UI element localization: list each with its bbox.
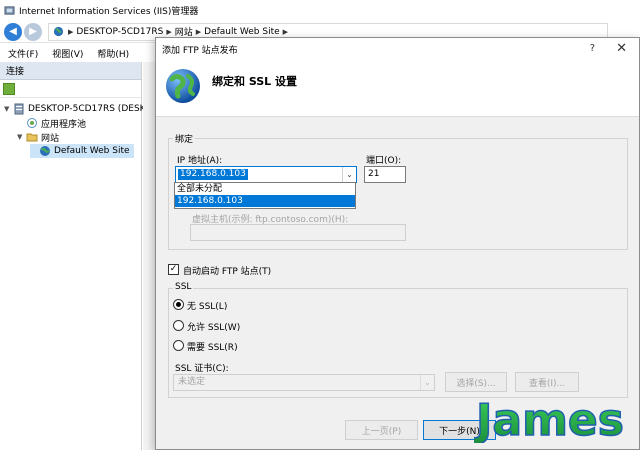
no-ssl-radio[interactable] [173, 299, 184, 310]
breadcrumb-server[interactable]: DESKTOP-5CD17RS [76, 27, 163, 37]
tree-node-server[interactable]: ▼ DESKTOP-5CD17RS (DESKT [4, 102, 150, 116]
tree-node-app-pools[interactable]: 应用程序池 [17, 116, 86, 130]
james-watermark-text: James [474, 395, 624, 443]
dialog-title: 添加 FTP 站点发布 [162, 45, 238, 56]
forward-button[interactable]: ▶ [24, 22, 42, 41]
auto-start-checkbox[interactable]: ✓ [168, 264, 179, 275]
allow-ssl-radio[interactable] [173, 320, 184, 331]
require-ssl-radio[interactable] [173, 340, 184, 351]
expanded-chevron-icon: ▼ [17, 133, 23, 141]
chevron-down-icon[interactable]: ⌄ [342, 167, 356, 182]
breadcrumb-separator: ▶ [282, 27, 289, 36]
folder-icon [26, 133, 38, 142]
server-icon [14, 103, 24, 115]
previous-button[interactable]: 上一页(P) [345, 420, 418, 440]
port-label: 端口(O): [366, 156, 402, 166]
auto-start-label: 自动启动 FTP 站点(T) [183, 267, 272, 277]
tree-node-default-site[interactable]: Default Web Site [30, 144, 134, 158]
app-title: Internet Information Services (IIS)管理器 [19, 7, 199, 17]
iis-app-icon [4, 6, 15, 15]
globe-icon [53, 26, 64, 37]
breadcrumb-separator: ▶ [166, 27, 172, 36]
tree-label-default-site: Default Web Site [54, 146, 130, 156]
add-ftp-dialog: 添加 FTP 站点发布 ? ✕ 绑定和 SSL 设置 绑定 IP 地址(A): … [155, 37, 640, 450]
menu-view[interactable]: 视图(V) [52, 47, 83, 60]
help-button[interactable]: ? [590, 43, 595, 54]
app-titlebar: Internet Information Services (IIS)管理器 [0, 0, 640, 21]
expanded-chevron-icon: ▼ [4, 105, 10, 113]
breadcrumb-separator: ▶ [195, 27, 202, 36]
select-cert-button[interactable]: 选择(S)... [445, 372, 507, 392]
allow-ssl-label: 允许 SSL(W) [187, 323, 241, 333]
dialog-titlebar: 添加 FTP 站点发布 ? ✕ [156, 38, 639, 60]
ip-address-label: IP 地址(A): [177, 156, 223, 166]
ssl-cert-combo[interactable]: 未选定 ⌄ [173, 374, 435, 391]
menu-file[interactable]: 文件(F) [8, 47, 38, 60]
connections-header: 连接 [0, 62, 141, 80]
ip-option-all-unassigned[interactable]: 全部未分配 [175, 183, 355, 195]
app-pool-icon [27, 118, 37, 128]
tree-node-sites[interactable]: ▼ 网站 [17, 130, 59, 144]
binding-group-label: 绑定 [173, 132, 196, 145]
globe-icon [166, 69, 200, 103]
dialog-header: 绑定和 SSL 设置 [156, 60, 639, 117]
menu-help[interactable]: 帮助(H) [97, 47, 129, 60]
close-button[interactable]: ✕ [616, 41, 627, 56]
virtual-host-input[interactable] [190, 224, 406, 241]
ip-address-combo[interactable]: 192.168.0.103 ⌄ [175, 166, 357, 183]
breadcrumb-separator: ▶ [68, 27, 74, 36]
connections-pane: 连接 ▼ DESKTOP-5CD17RS (DESKT 应用程序池 ▼ 网站 D… [0, 62, 150, 450]
start-page-icon[interactable] [3, 82, 15, 95]
ip-option-192-168-0-103[interactable]: 192.168.0.103 [175, 195, 355, 207]
connections-toolbar [0, 80, 141, 98]
chevron-down-icon[interactable]: ⌄ [420, 375, 434, 390]
tree-label-app-pools: 应用程序池 [41, 119, 87, 130]
ssl-group-label: SSL [173, 282, 194, 292]
dialog-heading: 绑定和 SSL 设置 [212, 75, 298, 88]
view-cert-button[interactable]: 查看(I)... [515, 372, 579, 392]
globe-icon [40, 146, 50, 156]
require-ssl-label: 需要 SSL(R) [187, 343, 238, 353]
breadcrumb-site[interactable]: Default Web Site [204, 27, 280, 37]
ip-address-value: 192.168.0.103 [178, 169, 248, 180]
port-input[interactable]: 21 [364, 166, 406, 183]
tree-label-sites: 网站 [41, 133, 60, 144]
ip-address-dropdown-list: 全部未分配 192.168.0.103 [174, 182, 356, 209]
ssl-cert-label: SSL 证书(C): [175, 364, 229, 374]
james-watermark-logo: James [474, 394, 625, 443]
ssl-cert-value: 未选定 [178, 377, 206, 387]
tree-label-server: DESKTOP-5CD17RS (DESKT [28, 104, 151, 114]
back-button[interactable]: ◀ [4, 22, 22, 41]
no-ssl-label: 无 SSL(L) [187, 302, 228, 312]
